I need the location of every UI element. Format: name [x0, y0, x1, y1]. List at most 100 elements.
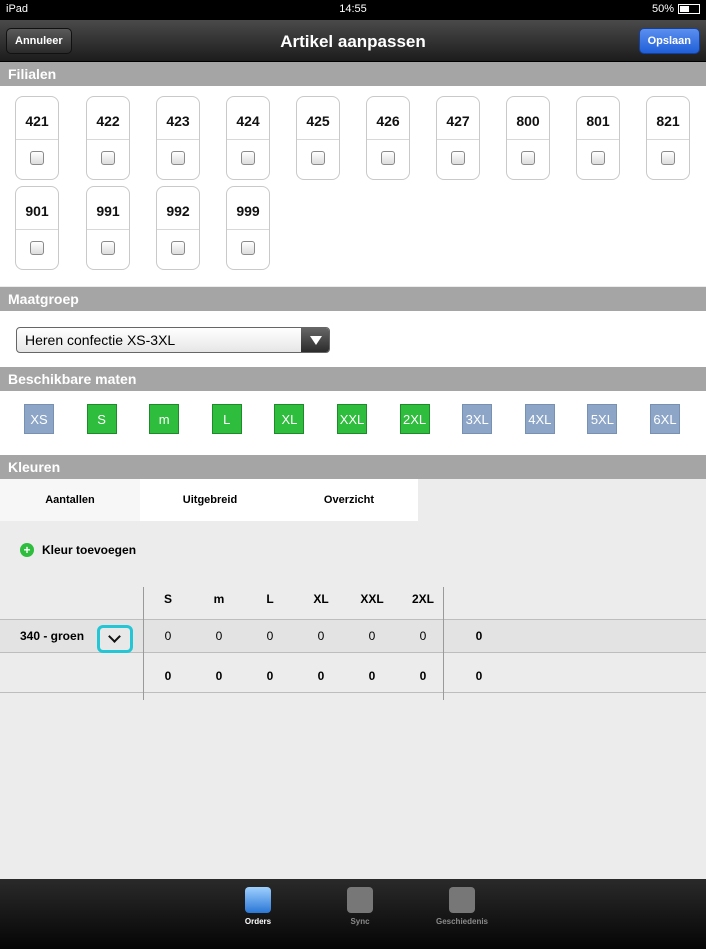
quantity-cell[interactable]: 0: [253, 629, 287, 643]
size-toggle[interactable]: S: [86, 404, 117, 434]
filiaal-code: 424: [236, 113, 260, 129]
row-label: 340 - groen: [20, 629, 85, 643]
column-header: XL: [313, 592, 329, 606]
divider: [437, 139, 479, 140]
size-toggle[interactable]: m: [149, 404, 180, 434]
grid-divider: [143, 587, 144, 700]
filiaal-checkbox[interactable]: [241, 241, 255, 255]
column-total: 0: [317, 669, 325, 683]
filiaal-card: 801: [576, 96, 620, 180]
filiaal-checkbox[interactable]: [241, 151, 255, 165]
tab-uitgebreid[interactable]: Uitgebreid: [140, 479, 280, 521]
size-toggle[interactable]: 6XL: [650, 404, 680, 434]
tab-aantallen[interactable]: Aantallen: [0, 479, 140, 521]
section-header-kleuren: Kleuren: [0, 455, 706, 479]
filiaal-card: 422: [86, 96, 130, 180]
filiaal-code: 426: [376, 113, 400, 129]
column-header: S: [163, 592, 172, 606]
clock: 14:55: [339, 3, 367, 15]
size-toggle[interactable]: XS: [24, 404, 54, 434]
battery-icon: [678, 4, 700, 14]
column-header: XXL: [360, 592, 384, 606]
size-toggle[interactable]: L: [211, 404, 242, 434]
size-toggle[interactable]: XL: [274, 404, 305, 434]
tabbar-label: Orders: [244, 917, 272, 926]
filiaal-checkbox[interactable]: [101, 241, 115, 255]
filiaal-code: 821: [656, 113, 680, 129]
filiaal-checkbox[interactable]: [661, 151, 675, 165]
filiaal-code: 801: [586, 113, 610, 129]
tabbar-item-sync[interactable]: Sync: [320, 887, 400, 926]
filiaal-card: 421: [15, 96, 59, 180]
filiaal-checkbox[interactable]: [311, 151, 325, 165]
nav-bar: Annuleer Artikel aanpassen Opslaan: [0, 20, 706, 62]
page-title: Artikel aanpassen: [280, 32, 426, 51]
size-toggle[interactable]: 2XL: [399, 404, 430, 434]
filiaal-card: 800: [506, 96, 550, 180]
divider: [227, 229, 269, 230]
filiaal-checkbox[interactable]: [521, 151, 535, 165]
filiaal-card: 426: [366, 96, 410, 180]
section-header-maatgroep: Maatgroep: [0, 287, 706, 311]
sync-icon: [347, 887, 373, 913]
divider: [87, 139, 129, 140]
filiaal-checkbox[interactable]: [591, 151, 605, 165]
tabbar-item-orders[interactable]: Orders: [218, 887, 298, 926]
quantity-cell[interactable]: 0: [151, 629, 185, 643]
column-total: 0: [266, 669, 274, 683]
size-toggle[interactable]: 3XL: [462, 404, 493, 434]
divider: [647, 139, 689, 140]
filiaal-checkbox[interactable]: [381, 151, 395, 165]
filiaal-checkbox[interactable]: [30, 151, 44, 165]
maatgroep-selected-value: Heren confectie XS-3XL: [25, 332, 176, 348]
filiaal-card: 423: [156, 96, 200, 180]
filiaal-checkbox[interactable]: [451, 151, 465, 165]
expand-row-button[interactable]: [97, 625, 133, 653]
divider: [157, 139, 199, 140]
column-header: m: [213, 592, 225, 606]
filiaal-code: 800: [516, 113, 540, 129]
divider: [157, 229, 199, 230]
filiaal-card: 991: [86, 186, 130, 270]
divider: [367, 139, 409, 140]
divider: [577, 139, 619, 140]
quantity-cell[interactable]: 0: [355, 629, 389, 643]
filiaal-code: 901: [25, 203, 49, 219]
divider: [507, 139, 549, 140]
filiaal-card: 992: [156, 186, 200, 270]
filiaal-card: 424: [226, 96, 270, 180]
grid-divider: [443, 587, 444, 700]
quantity-cell[interactable]: 0: [304, 629, 338, 643]
filiaal-checkbox[interactable]: [30, 241, 44, 255]
save-button[interactable]: Opslaan: [638, 28, 700, 54]
grand-total: 0: [475, 669, 483, 683]
filiaal-checkbox[interactable]: [101, 151, 115, 165]
tabbar-item-geschiedenis[interactable]: Geschiedenis: [422, 887, 502, 926]
filiaal-code: 992: [166, 203, 190, 219]
add-color-button[interactable]: + Kleur toevoegen: [20, 543, 136, 557]
size-toggle[interactable]: XXL: [337, 404, 367, 434]
grid-divider: [0, 692, 706, 693]
column-header: 2XL: [411, 592, 434, 606]
filiaal-code: 999: [236, 203, 260, 219]
column-total: 0: [368, 669, 376, 683]
filiaal-checkbox[interactable]: [171, 241, 185, 255]
tab-bar: Orders Sync Geschiedenis: [0, 879, 706, 949]
filiaal-card: 999: [226, 186, 270, 270]
divider: [16, 229, 58, 230]
tab-overzicht[interactable]: Overzicht: [280, 479, 418, 521]
section-header-filialen: Filialen: [0, 62, 706, 86]
quantity-cell[interactable]: 0: [406, 629, 440, 643]
size-toggle[interactable]: 4XL: [524, 404, 555, 434]
section-header-maten: Beschikbare maten: [0, 367, 706, 391]
quantity-cell[interactable]: 0: [202, 629, 236, 643]
size-toggle[interactable]: 5XL: [587, 404, 618, 434]
status-bar: iPad 14:55 50%: [0, 0, 706, 20]
column-total: 0: [215, 669, 223, 683]
filiaal-card: 427: [436, 96, 480, 180]
maatgroep-select[interactable]: Heren confectie XS-3XL: [16, 327, 330, 353]
filiaal-checkbox[interactable]: [171, 151, 185, 165]
orders-icon: [245, 887, 271, 913]
maatgroep-area: Heren confectie XS-3XL: [0, 311, 706, 369]
filiaal-code: 991: [96, 203, 120, 219]
